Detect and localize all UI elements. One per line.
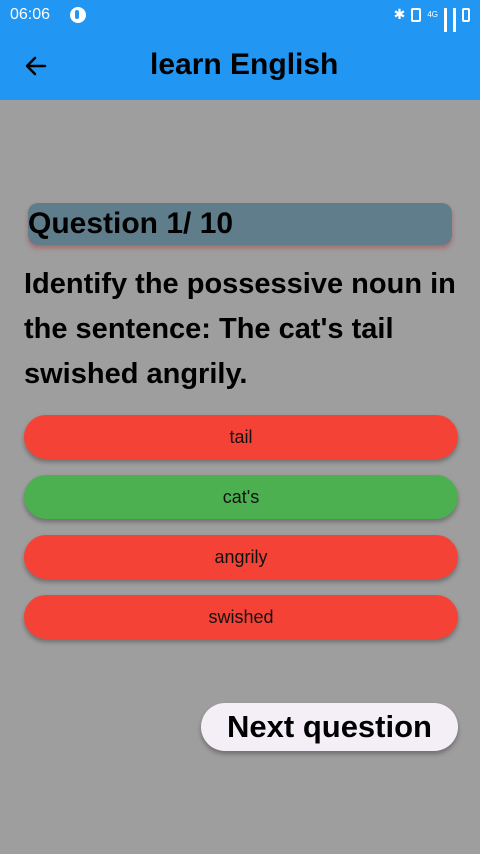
next-question-button[interactable]: Next question (201, 703, 458, 751)
status-time: 06:06 (10, 6, 51, 23)
signal-2-icon (453, 7, 456, 43)
page-title: learn English (150, 48, 339, 81)
back-arrow-icon[interactable] (20, 50, 52, 82)
app-bar: learn English (0, 32, 480, 100)
answer-option-2[interactable]: cat's (24, 475, 458, 519)
bluetooth-icon: ✱ (393, 6, 406, 22)
question-progress-header: Question 1/ 10 (28, 203, 452, 245)
question-text: Identify the possessive noun in the sent… (24, 268, 456, 390)
app-notification-icon (70, 7, 86, 23)
battery-icon (462, 7, 470, 22)
answer-option-1[interactable]: tail (24, 415, 458, 459)
answer-option-3[interactable]: angrily (24, 535, 458, 579)
status-bar: 06:06 ✱ 4G (0, 0, 480, 43)
network-type-label: 4G (427, 10, 438, 19)
status-icons: ✱ 4G (393, 6, 470, 43)
vibrate-icon (411, 7, 422, 22)
signal-icon (444, 7, 447, 43)
question-progress-label: Question 1/ 10 (28, 207, 234, 240)
answer-option-4[interactable]: swished (24, 595, 458, 639)
